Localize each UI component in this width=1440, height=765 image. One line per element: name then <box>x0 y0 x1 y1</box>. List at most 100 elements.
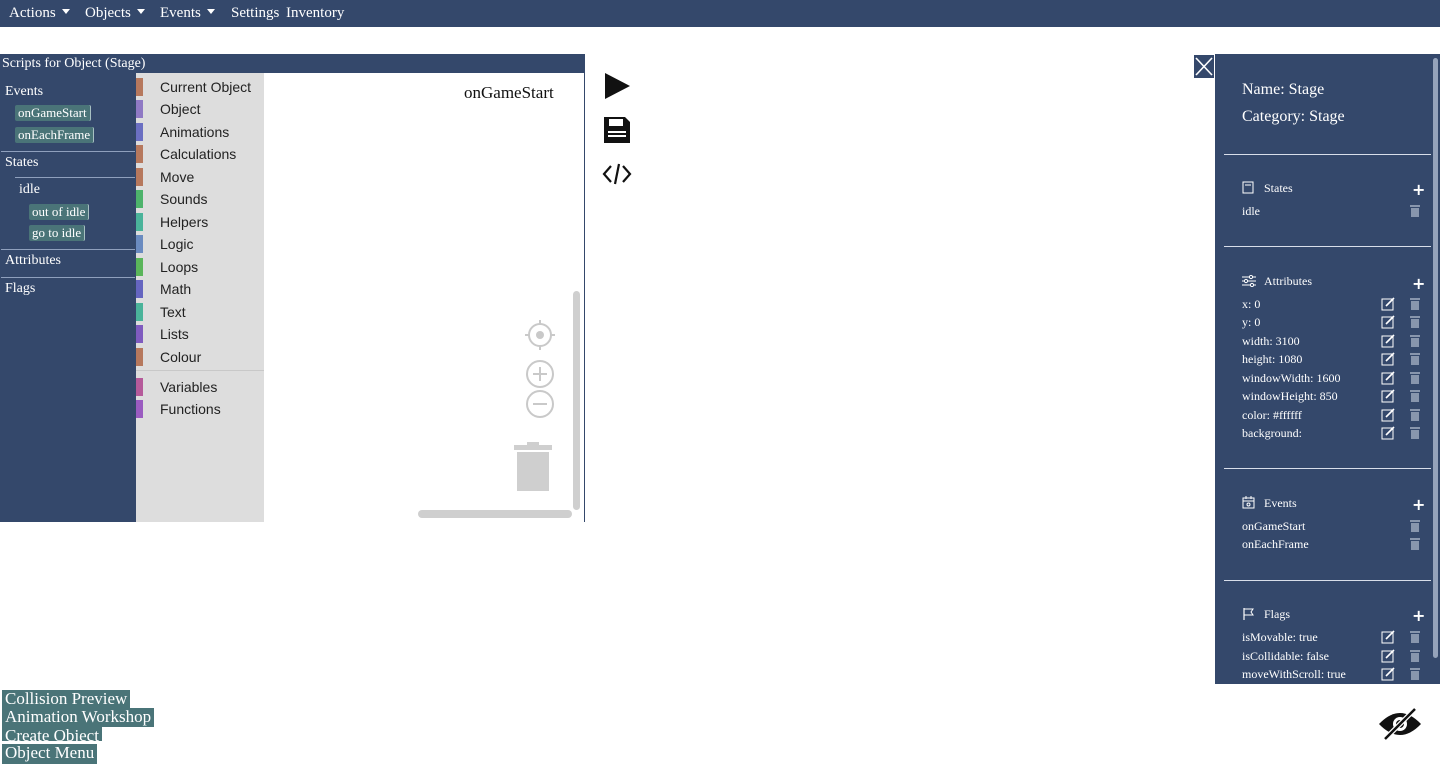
nav-state-go-to-idle[interactable]: go to idle <box>29 225 86 241</box>
panel-scrollbar[interactable] <box>1431 54 1440 684</box>
category-label: Animations <box>160 124 230 140</box>
toolbox-category[interactable]: Lists <box>136 324 264 344</box>
nav-event-oneachframe[interactable]: onEachFrame <box>15 127 95 143</box>
create-object-button[interactable]: Create Object <box>2 727 102 741</box>
nav-states-heading[interactable]: States <box>5 155 38 171</box>
add-event-icon[interactable]: + <box>1412 497 1425 513</box>
category-label: Calculations <box>160 146 237 162</box>
add-attribute-icon[interactable]: + <box>1412 276 1425 292</box>
edit-icon[interactable] <box>1381 408 1395 422</box>
menu-settings[interactable]: Settings <box>231 5 279 21</box>
edit-icon[interactable] <box>1381 389 1395 403</box>
event-row[interactable]: onGameStart <box>1242 519 1305 534</box>
delete-icon[interactable] <box>1410 537 1420 550</box>
play-icon[interactable] <box>603 72 631 100</box>
add-flag-icon[interactable]: + <box>1412 608 1425 624</box>
toolbox-category[interactable]: Object <box>136 99 264 119</box>
nav-state-out-of-idle[interactable]: out of idle <box>29 204 90 220</box>
eye-slash-icon[interactable] <box>1377 706 1423 742</box>
category-swatch <box>136 235 143 253</box>
events-heading: Events <box>1264 496 1297 510</box>
calendar-icon <box>1242 496 1255 509</box>
animation-workshop-button[interactable]: Animation Workshop <box>2 708 155 727</box>
delete-state-icon[interactable] <box>1410 204 1420 217</box>
attribute-row: y: 0 <box>1242 315 1261 329</box>
event-row[interactable]: onEachFrame <box>1242 537 1309 552</box>
delete-icon[interactable] <box>1410 334 1420 347</box>
workspace-vertical-scrollbar[interactable] <box>573 291 580 510</box>
delete-icon[interactable] <box>1410 667 1420 680</box>
attribute-row: color: #ffffff <box>1242 408 1302 422</box>
nav-event-ongamestart[interactable]: onGameStart <box>15 105 91 121</box>
flag-row: isCollidable: false <box>1242 649 1329 663</box>
nav-state-idle[interactable]: idle <box>19 182 40 198</box>
blocks-workspace[interactable]: onGameStart <box>264 73 584 522</box>
states-heading: States <box>1264 181 1293 195</box>
delete-icon[interactable] <box>1410 519 1420 532</box>
state-row[interactable]: idle <box>1242 204 1260 219</box>
menu-actions[interactable]: Actions <box>9 5 70 21</box>
edit-icon[interactable] <box>1381 667 1395 681</box>
menu-events-label: Events <box>160 5 201 21</box>
menu-inventory[interactable]: Inventory <box>286 5 344 21</box>
workspace-horizontal-scrollbar[interactable] <box>418 510 572 518</box>
delete-icon[interactable] <box>1410 630 1420 643</box>
delete-icon[interactable] <box>1410 426 1420 439</box>
object-name: Name: Stage <box>1242 81 1325 98</box>
object-properties-panel: Name: Stage Category: Stage States + idl… <box>1215 54 1431 684</box>
delete-icon[interactable] <box>1410 649 1420 662</box>
toolbox-category[interactable]: Colour <box>136 347 264 367</box>
recenter-icon[interactable] <box>525 320 555 350</box>
code-icon[interactable] <box>602 162 632 186</box>
edit-icon[interactable] <box>1381 297 1395 311</box>
trash-can-icon[interactable] <box>514 442 552 492</box>
collision-preview-button[interactable]: Collision Preview <box>2 690 131 709</box>
delete-icon[interactable] <box>1410 408 1420 421</box>
menu-objects[interactable]: Objects <box>85 5 145 21</box>
toolbox-category[interactable]: Calculations <box>136 144 264 164</box>
delete-icon[interactable] <box>1410 352 1420 365</box>
category-swatch <box>136 190 143 208</box>
toolbox-category[interactable]: Functions <box>136 399 264 419</box>
toolbox-category[interactable]: Animations <box>136 122 264 142</box>
toolbox-category[interactable]: Current Object <box>136 77 264 97</box>
category-label: Loops <box>160 259 199 275</box>
toolbox-category[interactable]: Math <box>136 279 264 299</box>
nav-attributes-heading[interactable]: Attributes <box>5 253 61 269</box>
toolbox-category[interactable]: Text <box>136 302 264 322</box>
category-swatch <box>136 280 143 298</box>
zoom-in-icon[interactable] <box>525 359 555 389</box>
blocks-toolbox: Current Object Object Animations Calcula… <box>136 73 264 522</box>
divider <box>1224 580 1431 581</box>
toolbox-category[interactable]: Variables <box>136 377 264 397</box>
delete-icon[interactable] <box>1410 389 1420 402</box>
toolbox-category[interactable]: Logic <box>136 234 264 254</box>
toolbox-category[interactable]: Loops <box>136 257 264 277</box>
category-swatch <box>136 213 143 231</box>
edit-icon[interactable] <box>1381 371 1395 385</box>
toolbox-category[interactable]: Helpers <box>136 212 264 232</box>
toolbox-category[interactable]: Sounds <box>136 189 264 209</box>
close-panel-button[interactable] <box>1193 54 1215 79</box>
edit-icon[interactable] <box>1381 334 1395 348</box>
category-label: Current Object <box>160 79 252 95</box>
zoom-out-icon[interactable] <box>525 389 555 419</box>
nav-events-heading[interactable]: Events <box>5 84 43 100</box>
edit-icon[interactable] <box>1381 426 1395 440</box>
delete-icon[interactable] <box>1410 371 1420 384</box>
add-state-icon[interactable]: + <box>1412 182 1425 198</box>
delete-icon[interactable] <box>1410 315 1420 328</box>
edit-icon[interactable] <box>1381 352 1395 366</box>
edit-icon[interactable] <box>1381 315 1395 329</box>
edit-icon[interactable] <box>1381 630 1395 644</box>
scrollbar-thumb[interactable] <box>1433 58 1438 658</box>
category-swatch <box>136 378 143 396</box>
menu-events[interactable]: Events <box>160 5 215 21</box>
delete-icon[interactable] <box>1410 297 1420 310</box>
nav-flags-heading[interactable]: Flags <box>5 281 35 297</box>
save-icon[interactable] <box>602 115 632 145</box>
object-menu-button[interactable]: Object Menu <box>2 744 98 764</box>
edit-icon[interactable] <box>1381 649 1395 663</box>
toolbox-category[interactable]: Move <box>136 167 264 187</box>
category-swatch <box>136 123 143 141</box>
